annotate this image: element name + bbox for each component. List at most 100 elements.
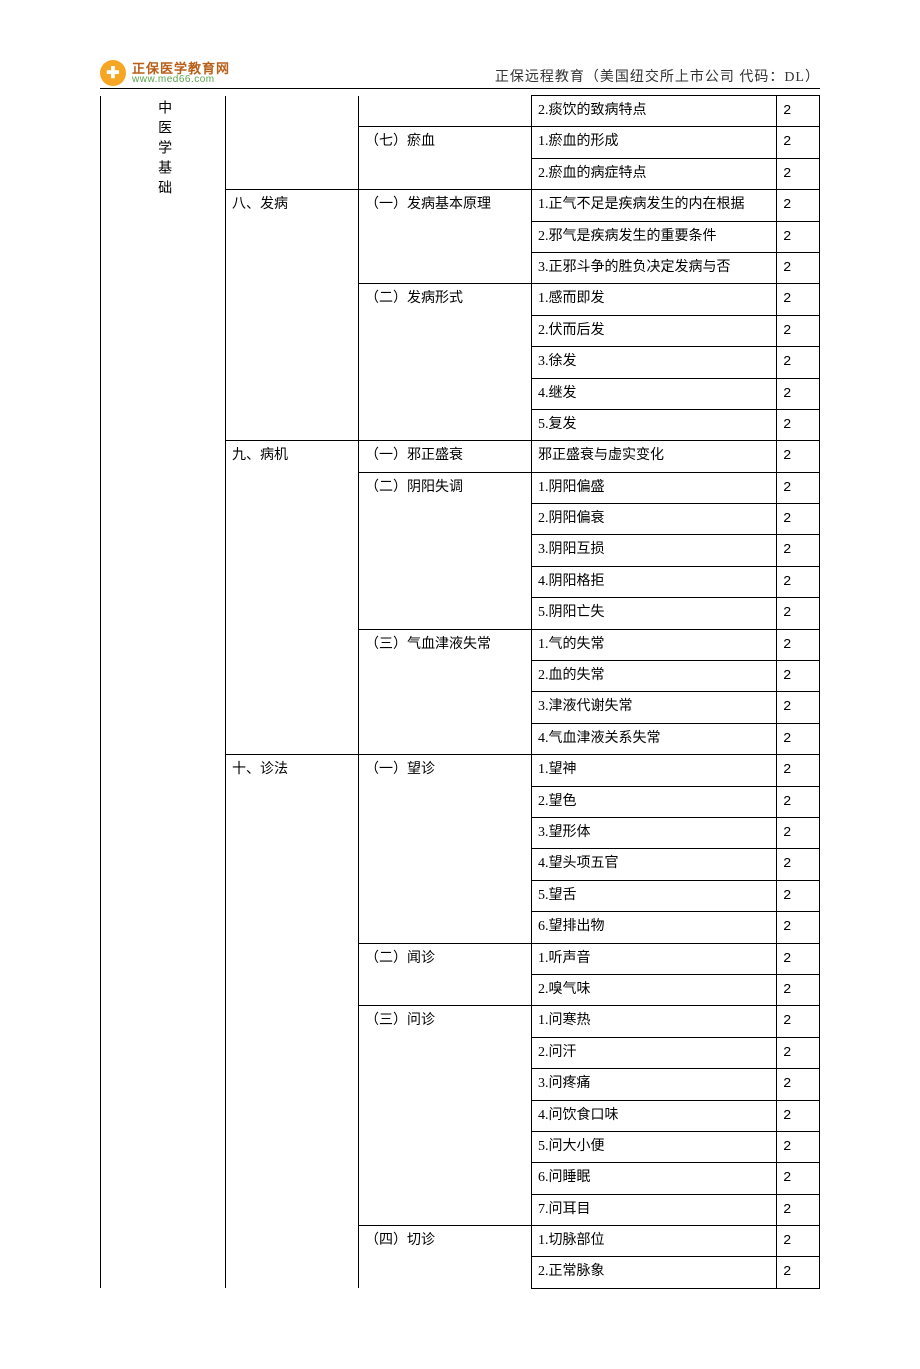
topic-cell: 邪正盛衰与虚实变化 [531, 441, 776, 472]
score-cell: 2 [777, 1069, 820, 1100]
topic-cell: 5.复发 [531, 409, 776, 440]
subsection-cell: （七）瘀血 [358, 127, 531, 158]
topic-cell: 6.问睡眠 [531, 1163, 776, 1194]
score-cell: 2 [777, 786, 820, 817]
subsection-cell [358, 880, 531, 911]
score-cell: 2 [777, 1163, 820, 1194]
subsection-cell [358, 535, 531, 566]
topic-cell: 1.正气不足是疾病发生的内在根据 [531, 190, 776, 221]
score-cell: 2 [777, 1194, 820, 1225]
score-cell: 2 [777, 252, 820, 283]
score-cell: 2 [777, 347, 820, 378]
subsection-cell [358, 315, 531, 346]
section-cell [225, 661, 358, 692]
score-cell: 2 [777, 158, 820, 189]
subsection-cell [358, 786, 531, 817]
score-cell: 2 [777, 629, 820, 660]
score-cell: 2 [777, 943, 820, 974]
topic-cell: 2.嗅气味 [531, 974, 776, 1005]
topic-cell: 2.阴阳偏衰 [531, 504, 776, 535]
score-cell: 2 [777, 849, 820, 880]
subsection-cell [358, 1100, 531, 1131]
section-cell [225, 96, 358, 127]
subsection-cell: （二）发病形式 [358, 284, 531, 315]
section-cell [225, 786, 358, 817]
section-cell [225, 221, 358, 252]
subsection-cell [358, 504, 531, 535]
section-cell [225, 378, 358, 409]
score-cell: 2 [777, 661, 820, 692]
page-header: ✚ 正保医学教育网 www.med66.com 正保远程教育（美国纽交所上市公司… [100, 60, 820, 89]
section-cell [225, 1131, 358, 1162]
topic-cell: 2.瘀血的病症特点 [531, 158, 776, 189]
section-cell [225, 315, 358, 346]
subsection-cell [358, 347, 531, 378]
topic-cell: 1.阴阳偏盛 [531, 472, 776, 503]
score-cell: 2 [777, 755, 820, 786]
logo-text-cn: 正保医学教育网 [132, 62, 230, 75]
section-cell [225, 504, 358, 535]
topic-cell: 2.望色 [531, 786, 776, 817]
section-cell: 九、病机 [225, 441, 358, 472]
topic-cell: 3.津液代谢失常 [531, 692, 776, 723]
section-cell [225, 127, 358, 158]
score-cell: 2 [777, 912, 820, 943]
section-cell [225, 723, 358, 754]
score-cell: 2 [777, 723, 820, 754]
score-cell: 2 [777, 1006, 820, 1037]
topic-cell: 1.感而即发 [531, 284, 776, 315]
section-cell [225, 1100, 358, 1131]
section-cell [225, 817, 358, 848]
topic-cell: 4.问饮食口味 [531, 1100, 776, 1131]
topic-cell: 2.痰饮的致病特点 [531, 96, 776, 127]
subsection-cell: （一）发病基本原理 [358, 190, 531, 221]
topic-cell: 2.问汗 [531, 1037, 776, 1068]
score-cell: 2 [777, 598, 820, 629]
topic-cell: 1.瘀血的形成 [531, 127, 776, 158]
topic-cell: 5.问大小便 [531, 1131, 776, 1162]
section-cell [225, 158, 358, 189]
section-cell [225, 252, 358, 283]
score-cell: 2 [777, 1257, 820, 1288]
topic-cell: 4.继发 [531, 378, 776, 409]
subsection-cell [358, 723, 531, 754]
score-cell: 2 [777, 974, 820, 1005]
category-label: 中医学基础 [101, 96, 226, 1289]
subsection-cell: （四）切诊 [358, 1226, 531, 1257]
topic-cell: 7.问耳目 [531, 1194, 776, 1225]
topic-cell: 2.血的失常 [531, 661, 776, 692]
subsection-cell [358, 1037, 531, 1068]
subsection-cell [358, 252, 531, 283]
topic-cell: 5.望舌 [531, 880, 776, 911]
syllabus-table: 中医学基础2.痰饮的致病特点2（七）瘀血1.瘀血的形成22.瘀血的病症特点2八、… [100, 95, 820, 1289]
score-cell: 2 [777, 566, 820, 597]
subsection-cell [358, 1163, 531, 1194]
score-cell: 2 [777, 880, 820, 911]
score-cell: 2 [777, 1131, 820, 1162]
section-cell [225, 1069, 358, 1100]
subsection-cell [358, 378, 531, 409]
subsection-cell [358, 692, 531, 723]
subsection-cell: （一）望诊 [358, 755, 531, 786]
topic-cell: 1.切脉部位 [531, 1226, 776, 1257]
section-cell [225, 629, 358, 660]
subsection-cell: （三）问诊 [358, 1006, 531, 1037]
topic-cell: 1.望神 [531, 755, 776, 786]
score-cell: 2 [777, 472, 820, 503]
section-cell [225, 1257, 358, 1288]
topic-cell: 2.邪气是疾病发生的重要条件 [531, 221, 776, 252]
section-cell [225, 566, 358, 597]
subsection-cell [358, 974, 531, 1005]
score-cell: 2 [777, 409, 820, 440]
section-cell [225, 1194, 358, 1225]
section-cell [225, 943, 358, 974]
score-cell: 2 [777, 817, 820, 848]
score-cell: 2 [777, 692, 820, 723]
subsection-cell [358, 1257, 531, 1288]
header-caption: 正保远程教育（美国纽交所上市公司 代码：DL） [495, 66, 820, 86]
subsection-cell: （二）闻诊 [358, 943, 531, 974]
score-cell: 2 [777, 1226, 820, 1257]
section-cell [225, 692, 358, 723]
subsection-cell: （三）气血津液失常 [358, 629, 531, 660]
topic-cell: 3.望形体 [531, 817, 776, 848]
